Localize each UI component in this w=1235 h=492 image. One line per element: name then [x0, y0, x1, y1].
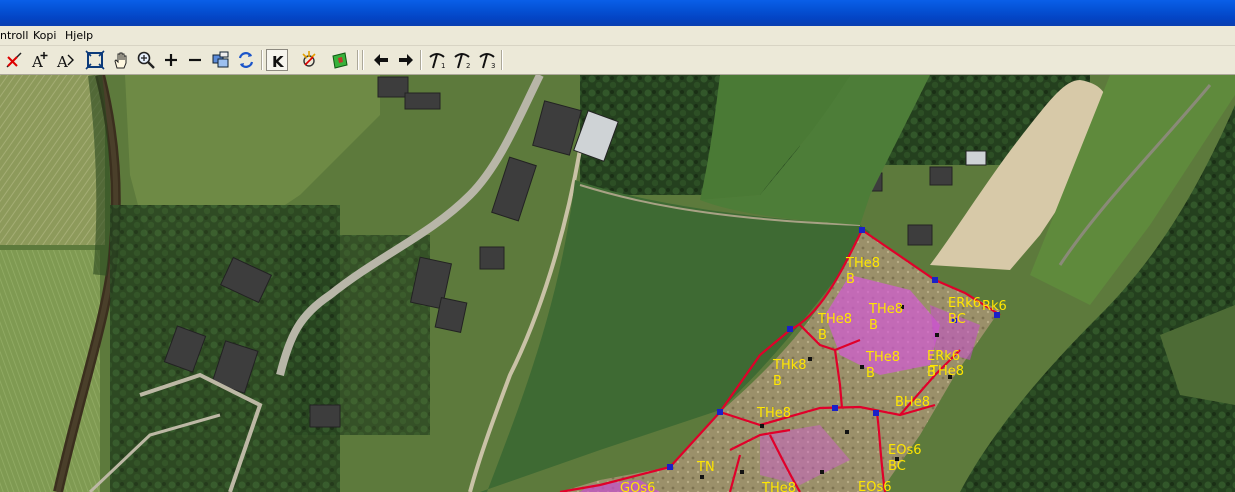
- arrow-right-icon[interactable]: [395, 49, 417, 71]
- svg-text:K: K: [272, 53, 285, 71]
- pick-1-icon[interactable]: 1: [426, 49, 448, 71]
- stand-label-code[interactable]: THe8: [845, 256, 880, 271]
- k-mode-icon[interactable]: K: [266, 49, 288, 71]
- stand-label-code[interactable]: THe8: [868, 302, 903, 317]
- delete-line-icon[interactable]: [3, 49, 25, 71]
- stand-label-code[interactable]: TN: [696, 460, 715, 475]
- stand-label-code[interactable]: BHe8: [895, 395, 930, 410]
- toolbar: A A K 1 2 3: [0, 46, 1235, 75]
- svg-text:3: 3: [491, 62, 495, 70]
- stand-label-code[interactable]: GOs6: [620, 481, 655, 492]
- pick-2-icon[interactable]: 2: [451, 49, 473, 71]
- toolbar-separator: [261, 50, 263, 70]
- stand-label-code[interactable]: Rk6: [982, 299, 1007, 314]
- stand-label-code[interactable]: THe8: [817, 312, 852, 327]
- text-add-icon[interactable]: A: [29, 49, 51, 71]
- menu-bar: ntroll Kopi Hjelp: [0, 26, 1235, 46]
- svg-text:2: 2: [466, 62, 470, 70]
- stand-label-code[interactable]: EOs6: [888, 443, 922, 458]
- stand-label-code[interactable]: ERk6: [927, 349, 960, 364]
- svg-text:A: A: [56, 53, 68, 71]
- map-canvas[interactable]: THe8 B THe8 B THe8 B THe8 B THk8 B ERk6 …: [0, 75, 1235, 492]
- toolbar-separator: [420, 50, 422, 70]
- select-target-icon[interactable]: [298, 49, 320, 71]
- toolbar-separator: [362, 50, 364, 70]
- stand-label-code[interactable]: THe8: [865, 350, 900, 365]
- map-layer-icon[interactable]: [329, 49, 351, 71]
- layers-icon[interactable]: [210, 49, 232, 71]
- pick-3-icon[interactable]: 3: [476, 49, 498, 71]
- stand-label-sub[interactable]: B: [773, 374, 782, 389]
- svg-text:1: 1: [441, 62, 445, 70]
- menu-item-hjelp[interactable]: Hjelp: [65, 26, 93, 45]
- refresh-icon[interactable]: [235, 49, 257, 71]
- stand-label-code[interactable]: ERk6: [948, 296, 981, 311]
- toolbar-separator: [357, 50, 359, 70]
- zoom-minus-icon[interactable]: [184, 49, 206, 71]
- stand-label-code[interactable]: THe8: [761, 481, 796, 492]
- stand-label-sub[interactable]: B: [866, 366, 875, 381]
- menu-item-kopi[interactable]: Kopi: [33, 26, 56, 45]
- stand-label-sub[interactable]: B: [846, 272, 855, 287]
- zoom-extent-icon[interactable]: [84, 49, 106, 71]
- toolbar-separator: [501, 50, 503, 70]
- window-titlebar: [0, 0, 1235, 26]
- stand-label-code[interactable]: THk8: [772, 358, 807, 373]
- stand-label-sub[interactable]: BC: [948, 312, 966, 327]
- zoom-plus-icon[interactable]: [160, 49, 182, 71]
- stand-label-code[interactable]: THe8: [929, 364, 964, 379]
- zoom-in-icon[interactable]: [135, 49, 157, 71]
- stand-label-sub[interactable]: BC: [888, 459, 906, 474]
- stand-label-sub[interactable]: B: [869, 318, 878, 333]
- arrow-left-icon[interactable]: [370, 49, 392, 71]
- pan-hand-icon[interactable]: [110, 49, 132, 71]
- stand-label-sub[interactable]: B: [818, 328, 827, 343]
- stand-label-code[interactable]: EOs6: [858, 480, 892, 492]
- stand-label-code[interactable]: THe8: [756, 406, 791, 421]
- text-edit-icon[interactable]: A: [54, 49, 76, 71]
- menu-item-kontroll[interactable]: ntroll: [0, 26, 28, 45]
